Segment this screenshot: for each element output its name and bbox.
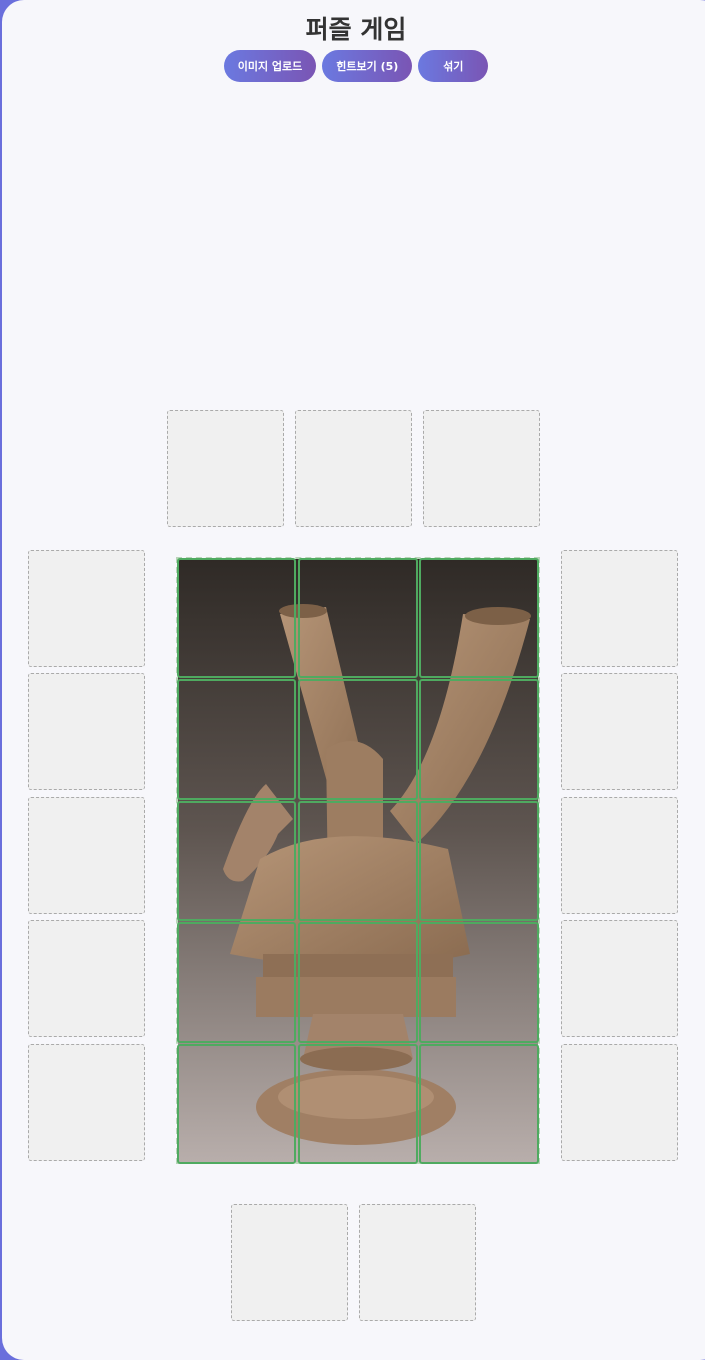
piece-slot[interactable] bbox=[295, 410, 412, 527]
puzzle-piece[interactable] bbox=[419, 922, 539, 1043]
piece-slot[interactable] bbox=[28, 550, 145, 667]
puzzle-piece[interactable] bbox=[419, 1044, 539, 1164]
puzzle-piece[interactable] bbox=[298, 922, 418, 1043]
piece-slot[interactable] bbox=[423, 410, 540, 527]
upload-image-button[interactable]: 이미지 업로드 bbox=[223, 50, 317, 82]
piece-slot[interactable] bbox=[28, 920, 145, 1037]
puzzle-piece[interactable] bbox=[177, 922, 296, 1043]
puzzle-piece[interactable] bbox=[177, 558, 296, 678]
toolbar: 이미지 업로드 힌트보기 (5) 섞기 bbox=[2, 50, 705, 82]
piece-slot[interactable] bbox=[28, 797, 145, 914]
piece-slot[interactable] bbox=[561, 797, 678, 914]
piece-slot[interactable] bbox=[561, 1044, 678, 1161]
puzzle-piece[interactable] bbox=[298, 1044, 418, 1164]
puzzle-piece[interactable] bbox=[177, 1044, 296, 1164]
shuffle-button[interactable]: 섞기 bbox=[418, 50, 489, 82]
page-title: 퍼즐 게임 bbox=[305, 15, 407, 44]
puzzle-piece[interactable] bbox=[298, 679, 418, 800]
piece-slot[interactable] bbox=[167, 410, 284, 527]
piece-slot[interactable] bbox=[28, 673, 145, 790]
puzzle-piece[interactable] bbox=[177, 801, 296, 921]
puzzle-piece[interactable] bbox=[177, 679, 296, 800]
puzzle-piece[interactable] bbox=[419, 801, 539, 921]
hint-button[interactable]: 힌트보기 (5) bbox=[322, 50, 413, 82]
puzzle-piece[interactable] bbox=[419, 558, 539, 678]
piece-slot[interactable] bbox=[561, 550, 678, 667]
piece-slot[interactable] bbox=[359, 1204, 476, 1321]
puzzle-piece[interactable] bbox=[419, 679, 539, 800]
puzzle-piece[interactable] bbox=[298, 801, 418, 921]
piece-slot[interactable] bbox=[561, 920, 678, 1037]
piece-slot[interactable] bbox=[28, 1044, 145, 1161]
piece-slot[interactable] bbox=[231, 1204, 348, 1321]
piece-slot[interactable] bbox=[561, 673, 678, 790]
puzzle-piece[interactable] bbox=[298, 558, 418, 678]
